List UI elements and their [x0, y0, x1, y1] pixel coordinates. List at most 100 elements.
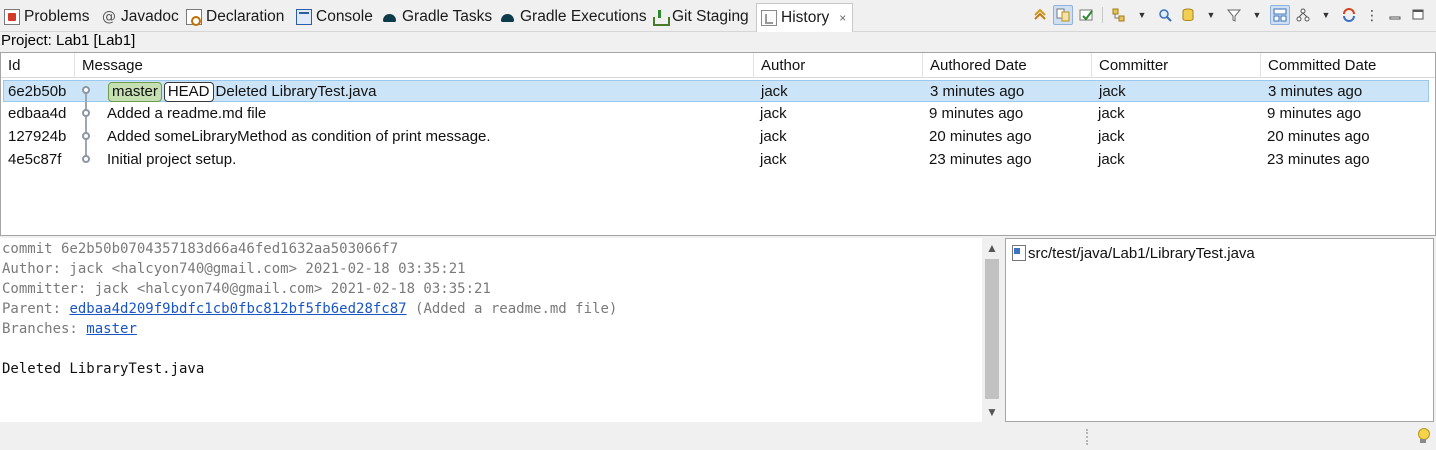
column-header-authored-date[interactable]: Authored Date [923, 53, 1092, 78]
tab-problems[interactable]: Problems [2, 4, 91, 30]
chevron-down-icon[interactable]: ▼ [1132, 5, 1152, 25]
close-icon[interactable]: × [839, 11, 846, 25]
tab-label: Gradle Tasks [402, 8, 493, 25]
chevron-up-icon[interactable]: ▲ [982, 238, 1002, 258]
branch-ref-badge: master [108, 82, 162, 102]
javadoc-icon: @ [102, 9, 116, 25]
java-file-icon [1012, 245, 1026, 261]
filter-icon[interactable] [1224, 5, 1244, 25]
tab-label: History [781, 9, 830, 26]
view-menu-icon[interactable]: ⋮ [1362, 5, 1382, 25]
commit-id: 6e2b50b [8, 83, 67, 100]
tab-gradle-executions[interactable]: Gradle Executions [498, 4, 649, 30]
status-bar [0, 423, 1436, 450]
committed-date: 23 minutes ago [1267, 151, 1370, 168]
commit-message: master HEAD Deleted LibraryTest.java [108, 81, 376, 103]
search-icon[interactable] [1155, 5, 1175, 25]
commit-author: jack [760, 128, 787, 145]
commit-details-pane[interactable]: commit 6e2b50b0704357183d66a46fed1632aa5… [0, 238, 982, 422]
commit-committer: jack [1098, 151, 1125, 168]
link-with-selection-icon[interactable] [1030, 5, 1050, 25]
chevron-down-icon[interactable]: ▼ [1316, 5, 1336, 25]
column-header-committer[interactable]: Committer [1092, 53, 1261, 78]
show-repository-icon[interactable] [1109, 5, 1129, 25]
chevron-down-icon[interactable]: ▼ [982, 402, 1002, 422]
problems-icon [4, 9, 20, 25]
lightbulb-icon[interactable] [1416, 427, 1430, 445]
refresh-icon[interactable] [1339, 5, 1359, 25]
tab-gradle-tasks[interactable]: Gradle Tasks [380, 4, 494, 30]
commit-id: edbaa4d [8, 105, 67, 122]
commit-hash-line: commit 6e2b50b0704357183d66a46fed1632aa5… [2, 241, 399, 257]
gradle-icon [500, 9, 516, 25]
commit-id: 127924b [8, 128, 67, 145]
tab-history[interactable]: History × [756, 3, 854, 32]
commit-graph-node [82, 109, 90, 117]
chevron-down-icon[interactable]: ▼ [1247, 5, 1267, 25]
table-row[interactable]: 127924b Added someLibraryMethod as condi… [3, 126, 1429, 148]
layout-icon[interactable] [1270, 5, 1290, 25]
history-icon [761, 10, 777, 26]
console-icon [296, 9, 312, 25]
table-row[interactable]: 4e5c87f Initial project setup. jack 23 m… [3, 149, 1429, 171]
tab-declaration[interactable]: Declaration [184, 4, 286, 30]
commit-history-table: Id Message Author Authored Date Committe… [0, 52, 1436, 236]
column-header-committed-date[interactable]: Committed Date [1261, 53, 1431, 78]
maximize-icon[interactable] [1408, 5, 1428, 25]
commit-message: Added someLibraryMethod as condition of … [107, 128, 491, 145]
tab-label: Gradle Executions [520, 8, 647, 25]
details-scrollbar[interactable]: ▲ ▼ [982, 238, 1002, 422]
git-staging-icon [652, 9, 670, 26]
committed-date: 9 minutes ago [1267, 105, 1362, 122]
table-row[interactable]: edbaa4d Added a readme.md file jack 9 mi… [3, 103, 1429, 125]
project-label: Project: Lab1 [Lab1] [1, 32, 136, 49]
scrollbar-thumb[interactable] [985, 259, 999, 399]
changed-files-pane: src/test/java/Lab1/LibraryTest.java [1005, 238, 1434, 422]
commit-message: Initial project setup. [107, 151, 237, 168]
commit-author: jack [760, 105, 787, 122]
tab-label: Git Staging [672, 8, 749, 25]
parent-commit-link[interactable]: edbaa4d209f9bdfc1cb0fbc812bf5fb6ed28fc87 [69, 301, 406, 317]
commit-author: jack [760, 151, 787, 168]
authored-date: 23 minutes ago [929, 151, 1032, 168]
commit-id: 4e5c87f [8, 151, 62, 168]
tab-label: Javadoc [121, 8, 179, 25]
commit-committer: jack [1099, 83, 1126, 100]
branch-graph-icon[interactable] [1293, 5, 1313, 25]
tab-git-staging[interactable]: Git Staging [650, 4, 751, 30]
show-all-branches-icon[interactable] [1076, 5, 1096, 25]
authored-date: 3 minutes ago [930, 83, 1025, 100]
file-path: src/test/java/Lab1/LibraryTest.java [1028, 244, 1255, 262]
gradle-icon [382, 9, 398, 25]
database-icon[interactable] [1178, 5, 1198, 25]
parent-suffix: (Added a readme.md file) [406, 301, 618, 317]
authored-date: 20 minutes ago [929, 128, 1032, 145]
parent-prefix: Parent: [2, 301, 70, 317]
chevron-down-icon[interactable]: ▼ [1201, 5, 1221, 25]
table-row[interactable]: 6e2b50b master HEAD Deleted LibraryTest.ja… [3, 80, 1429, 102]
branch-link[interactable]: master [86, 321, 137, 337]
table-header: Id Message Author Authored Date Committe… [1, 53, 1435, 78]
minimize-icon[interactable] [1385, 5, 1405, 25]
commit-committer: jack [1098, 105, 1125, 122]
status-bar-grip [1086, 429, 1088, 445]
branches-prefix: Branches: [2, 321, 87, 337]
tab-label: Declaration [206, 8, 285, 25]
file-list-item[interactable]: src/test/java/Lab1/LibraryTest.java [1012, 243, 1255, 263]
head-ref-badge: HEAD [163, 82, 214, 102]
commit-graph-node [82, 155, 90, 163]
column-header-message[interactable]: Message [75, 53, 754, 78]
compare-mode-icon[interactable] [1053, 5, 1073, 25]
declaration-icon [186, 9, 202, 26]
commit-graph-line [85, 89, 87, 161]
parent-line: Parent: edbaa4d209f9bdfc1cb0fbc812bf5fb6… [2, 299, 617, 319]
commit-message-text: Deleted LibraryTest.java [215, 83, 377, 100]
column-header-id[interactable]: Id [1, 53, 75, 78]
branches-line: Branches: master [2, 319, 137, 339]
view-toolbar: ▼ ▼ ▼ ▼ ⋮ [1030, 4, 1428, 26]
column-header-author[interactable]: Author [754, 53, 923, 78]
author-line: Author: jack <halcyon740@gmail.com> 2021… [2, 261, 466, 277]
tab-javadoc[interactable]: @ Javadoc [99, 4, 181, 30]
tab-label: Problems [24, 8, 90, 25]
tab-console[interactable]: Console [294, 4, 375, 30]
